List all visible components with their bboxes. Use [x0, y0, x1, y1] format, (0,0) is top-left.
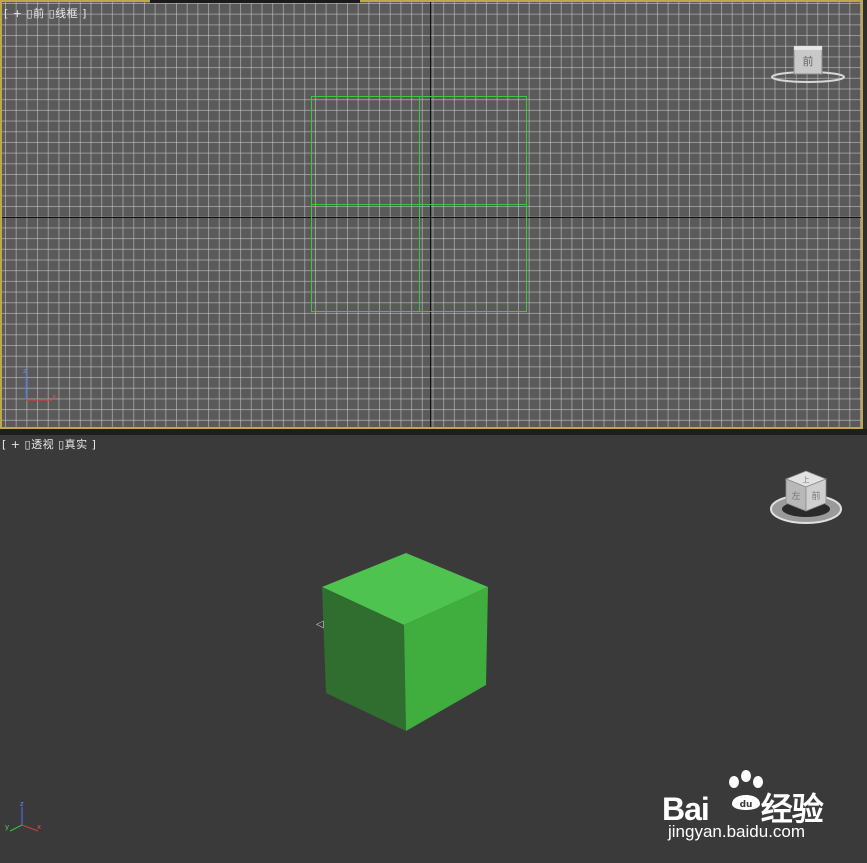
max-app: [ + ▯前 ▯线框 ] 前 z x [ + ▯透视 ▯真实 ] 上 左 前 ◁…: [0, 0, 867, 863]
front-axis-gizmo: z x: [23, 367, 56, 401]
box-wireframe[interactable]: [311, 96, 527, 312]
viewcube-top-label: 上: [803, 475, 810, 484]
cursor-icon: ◁: [316, 619, 324, 630]
persp-shading-menu[interactable]: 真实: [65, 438, 88, 451]
front-plus-menu[interactable]: +: [13, 7, 23, 20]
front-shading-menu[interactable]: 线框: [55, 7, 78, 20]
front-label-bracket-close: ]: [82, 7, 87, 20]
persp-label-bracket-close: ]: [91, 438, 97, 451]
gizmo-x-axis: [21, 824, 39, 832]
box-wire-segment-h: [312, 204, 526, 205]
viewcube-front-label: 前: [811, 490, 820, 502]
front-view-menu[interactable]: 前: [33, 7, 45, 20]
front-label-bracket-open: [: [4, 7, 9, 20]
front-viewcube[interactable]: 前: [770, 40, 846, 86]
perspective-viewport-label: [ + ▯透视 ▯真实 ]: [2, 438, 97, 451]
gizmo-x-label: x: [52, 393, 56, 401]
gizmo-z-label: z: [23, 367, 27, 375]
gizmo-x-label: x: [37, 823, 41, 831]
perspective-viewcube[interactable]: 上 左 前: [768, 467, 844, 529]
persp-view-menu[interactable]: 透视: [31, 438, 54, 451]
viewcube-face-label: 前: [803, 54, 814, 68]
viewport-top-strip: [150, 0, 360, 3]
front-viewport[interactable]: [ + ▯前 ▯线框 ] 前 z x: [0, 0, 863, 429]
gizmo-y-label: y: [5, 823, 9, 831]
front-viewport-label: [ + ▯前 ▯线框 ]: [4, 7, 87, 20]
persp-label-bracket-open: [: [2, 438, 7, 451]
gizmo-y-axis: [9, 824, 23, 832]
viewcube-left-label: 左: [791, 490, 800, 502]
watermark-url: jingyan.baidu.com: [668, 822, 806, 841]
gizmo-z-label: z: [20, 800, 24, 808]
viewcube-edge-top: [794, 46, 822, 50]
box-object[interactable]: [316, 551, 492, 735]
baidu-watermark: du Bai 经验 jingyan.baidu.com: [662, 770, 862, 846]
perspective-axis-gizmo: z y x: [5, 800, 41, 832]
persp-plus-menu[interactable]: +: [11, 438, 21, 451]
